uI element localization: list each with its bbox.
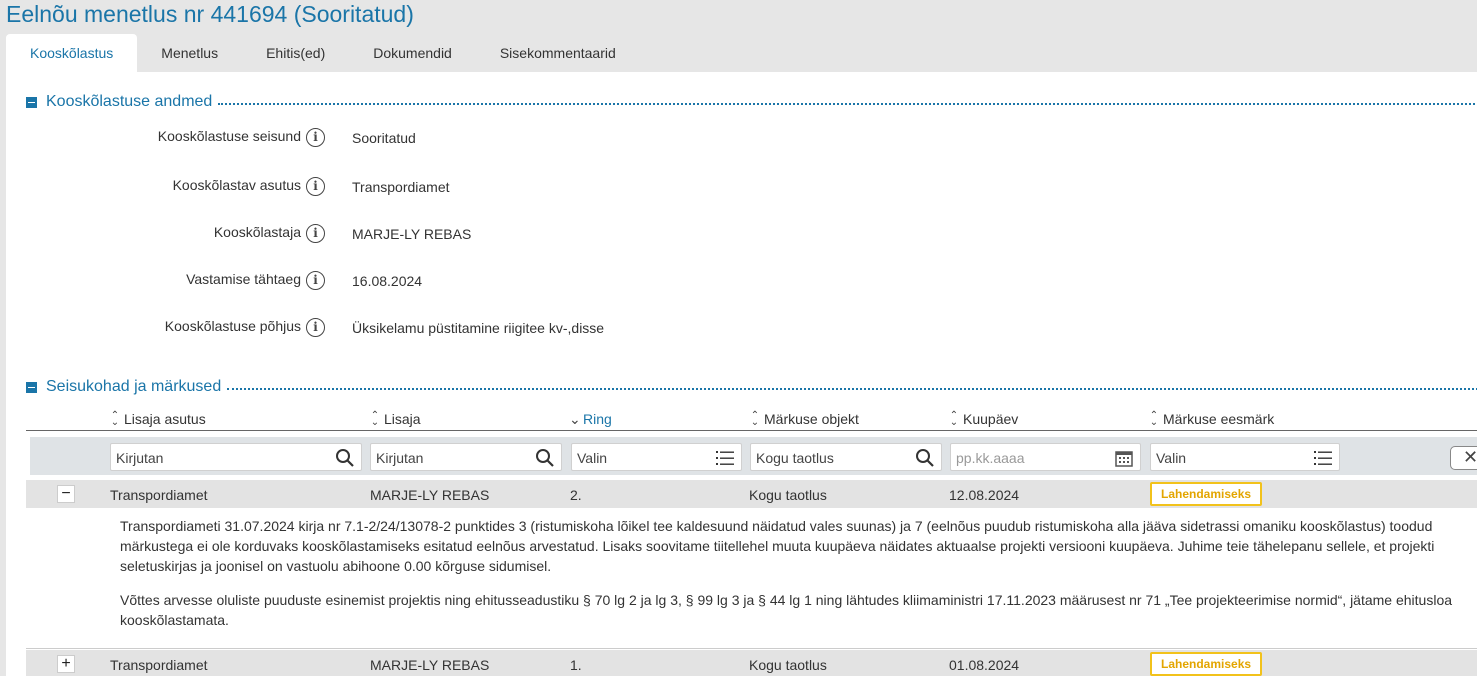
info-icon[interactable]: i [306, 177, 325, 196]
cell-lisaja: MARJE-LY REBAS [370, 657, 490, 673]
column-header-lisaja-asutus[interactable]: ⌃ ⌄ Lisaja asutus [110, 408, 206, 430]
filter-ring-select[interactable]: Valin [571, 443, 742, 471]
cell-asutus: Transpordiamet [110, 487, 208, 503]
status-badge: Lahendamiseks [1150, 482, 1263, 506]
field-label: Kooskõlastuse põhjus [164, 318, 301, 334]
field-label: Kooskõlastaja [213, 224, 301, 240]
section-title: Kooskõlastuse andmed [46, 93, 213, 110]
filter-kuupaev-input[interactable]: pp.kk.aaaa [950, 443, 1141, 471]
field-value: Üksikelamu püstitamine riigitee kv-,diss… [352, 320, 605, 336]
info-icon[interactable]: i [306, 271, 325, 290]
sort-icon: ⌃ ⌄ [1149, 410, 1159, 428]
filter-bar: Kirjutan Kirjutan Valin Kogu taotlus pp.… [30, 437, 1477, 475]
status-badge: Lahendamiseks [1150, 652, 1263, 676]
section-divider [227, 388, 1477, 390]
column-header-markuse-eesmark[interactable]: ⌃ ⌄ Märkuse eesmärk [1149, 408, 1274, 430]
section-title: Seisukohad ja märkused [46, 378, 222, 395]
collapse-icon[interactable] [26, 381, 37, 393]
tab-content: Kooskõlastuse andmed Kooskõlastuse seisu… [6, 72, 1477, 676]
list-icon [716, 451, 734, 465]
cell-objekt: Kogu taotlus [749, 487, 827, 503]
tab-ehitised[interactable]: Ehitis(ed) [242, 34, 349, 72]
section-header-seisukohad: Seisukohad ja märkused [26, 377, 1477, 397]
field-row-kooskolastaja: Kooskõlastaja i MARJE-LY REBAS [6, 223, 906, 245]
table-row[interactable]: + Transpordiamet MARJE-LY REBAS 1. Kogu … [26, 650, 1477, 676]
tab-menetlus[interactable]: Menetlus [137, 34, 242, 72]
filter-lisaja-input[interactable]: Kirjutan [370, 443, 562, 471]
section-header-kooskolastuse-andmed: Kooskõlastuse andmed [26, 92, 1477, 112]
field-row-seisund: Kooskõlastuse seisund i Sooritatud [6, 127, 906, 149]
clear-filters-button[interactable]: ✕ [1450, 446, 1477, 470]
info-icon[interactable]: i [306, 318, 325, 337]
field-label: Kooskõlastav asutus [172, 177, 301, 193]
field-row-pohjus: Kooskõlastuse põhjus i Üksikelamu püstit… [6, 317, 906, 339]
collapse-icon[interactable] [26, 96, 37, 108]
sort-icon: ⌃ ⌄ [949, 410, 959, 428]
cell-kuupaev: 01.08.2024 [949, 657, 1020, 673]
collapse-row-icon[interactable]: − [57, 485, 75, 503]
field-row-tahtaeg: Vastamise tähtaeg i 16.08.2024 [6, 270, 906, 292]
sort-icon: ⌃ ⌄ [750, 410, 760, 428]
column-header-ring[interactable]: ⌄ Ring [569, 408, 612, 430]
field-value: 16.08.2024 [352, 273, 423, 289]
tab-sisekommentaarid[interactable]: Sisekommentaarid [476, 34, 640, 72]
filter-markuse-objekt-input[interactable]: Kogu taotlus [750, 443, 942, 471]
column-header-lisaja[interactable]: ⌃ ⌄ Lisaja [370, 408, 421, 430]
field-value: Transpordiamet [352, 179, 450, 195]
row-divider [26, 648, 1477, 649]
sort-desc-icon: ⌄ [569, 411, 581, 427]
detail-paragraph: Transpordiameti 31.07.2024 kirja nr 7.1-… [120, 518, 1435, 574]
search-icon [336, 449, 354, 467]
tab-bar: Kooskõlastus Menetlus Ehitis(ed) Dokumen… [6, 34, 640, 72]
cell-ring: 1. [570, 657, 582, 673]
page-title: Eelnõu menetlus nr 441694 (Sooritatud) [6, 1, 414, 27]
cell-objekt: Kogu taotlus [749, 657, 827, 673]
detail-paragraph-line: kooskõlastamata. [120, 612, 229, 628]
search-icon [536, 449, 554, 467]
field-label: Vastamise tähtaeg [186, 271, 301, 287]
list-icon [1314, 451, 1332, 465]
detail-paragraph-line: Võttes arvesse oluliste puuduste esinemi… [120, 592, 1453, 608]
field-value: MARJE-LY REBAS [352, 226, 472, 242]
expand-row-icon[interactable]: + [57, 655, 75, 673]
cell-kuupaev: 12.08.2024 [949, 487, 1020, 503]
sort-icon: ⌃ ⌄ [370, 410, 380, 428]
sort-icon: ⌃ ⌄ [110, 410, 120, 428]
calendar-icon [1115, 451, 1133, 467]
tab-dokumendid[interactable]: Dokumendid [349, 34, 476, 72]
info-icon[interactable]: i [306, 128, 325, 147]
field-label: Kooskõlastuse seisund [157, 128, 301, 144]
table-row[interactable]: − Transpordiamet MARJE-LY REBAS 2. Kogu … [26, 480, 1477, 508]
section-divider [218, 103, 1477, 105]
field-value: Sooritatud [352, 130, 416, 146]
field-row-asutus: Kooskõlastav asutus i Transpordiamet [6, 176, 906, 198]
filter-lisaja-asutus-input[interactable]: Kirjutan [110, 443, 362, 471]
cell-ring: 2. [570, 487, 582, 503]
header-divider [26, 430, 1477, 431]
column-header-markuse-objekt[interactable]: ⌃ ⌄ Märkuse objekt [750, 408, 859, 430]
column-header-kuupaev[interactable]: ⌃ ⌄ Kuupäev [949, 408, 1018, 430]
cell-asutus: Transpordiamet [110, 657, 208, 673]
tab-kooskolastus[interactable]: Kooskõlastus [6, 34, 138, 72]
info-icon[interactable]: i [306, 224, 325, 243]
row-detail-text: Transpordiameti 31.07.2024 kirja nr 7.1-… [120, 516, 1477, 630]
filter-markuse-eesmark-select[interactable]: Valin [1150, 443, 1340, 471]
cell-lisaja: MARJE-LY REBAS [370, 487, 490, 503]
search-icon [916, 449, 934, 467]
